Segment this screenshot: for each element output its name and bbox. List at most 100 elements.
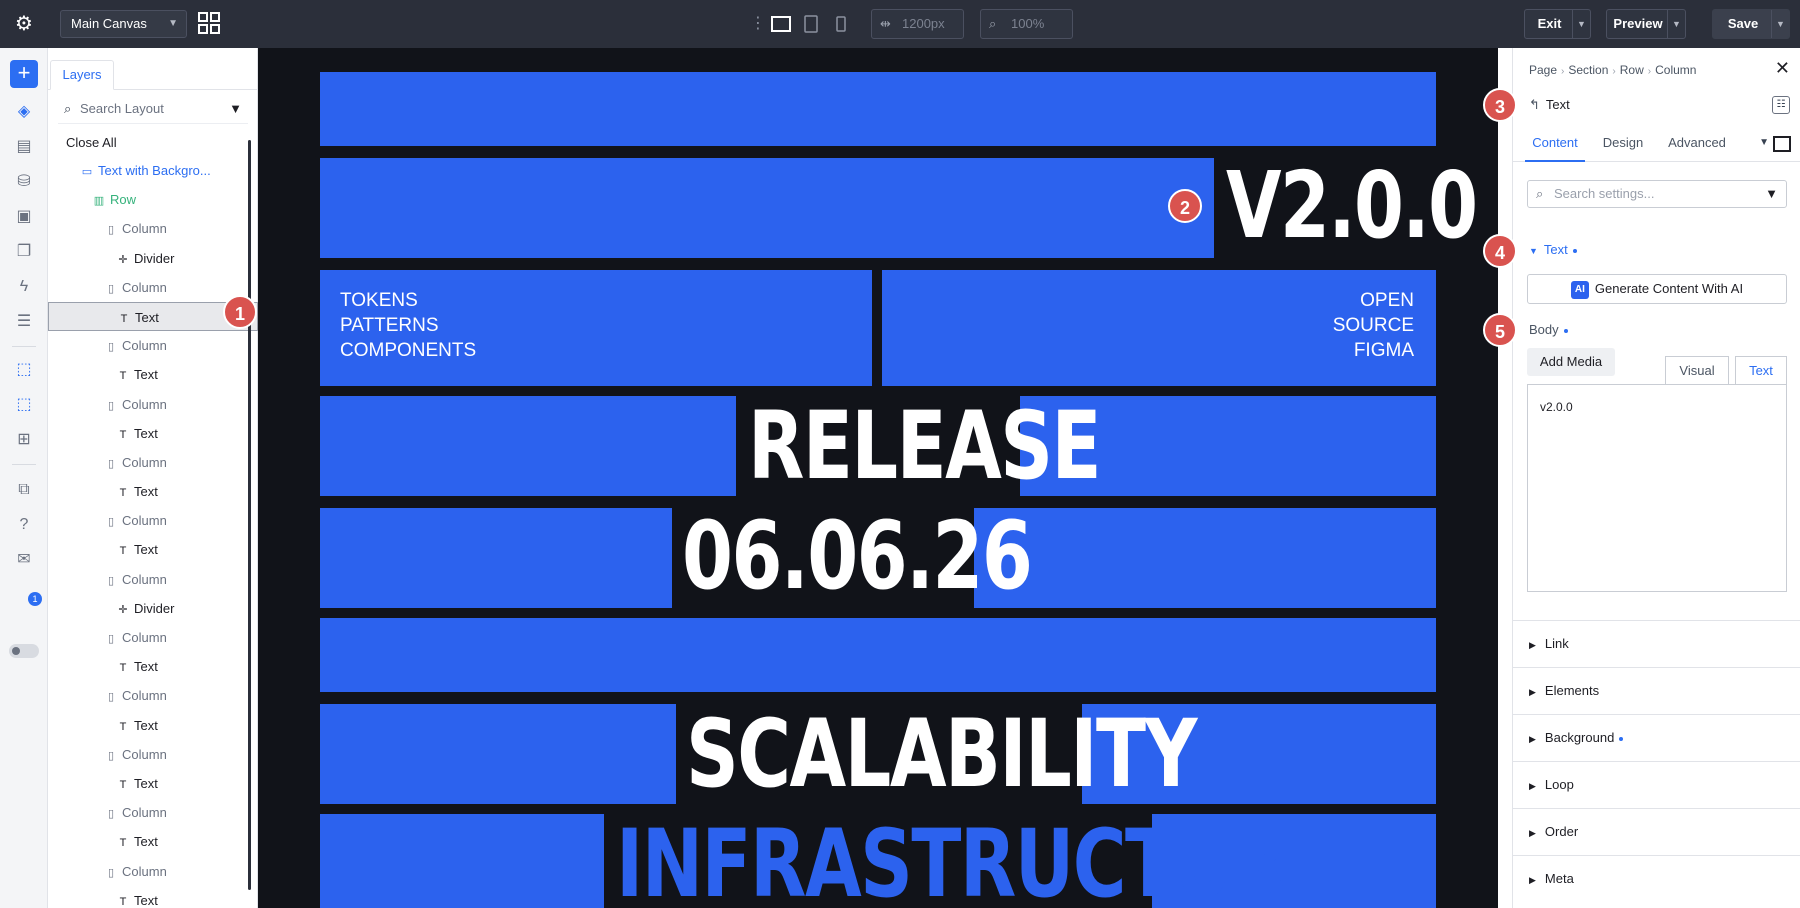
back-arrow-icon[interactable]: ↰ bbox=[1529, 97, 1540, 112]
layer-item[interactable]: T Text bbox=[48, 652, 258, 681]
layout-box-icon[interactable] bbox=[1773, 136, 1791, 152]
canvas-date-text[interactable]: 06.06.26 bbox=[682, 510, 1033, 604]
layer-item[interactable]: ✛ Divider bbox=[48, 244, 258, 273]
phone-icon[interactable] bbox=[831, 14, 851, 34]
canvas-blue-bar-2[interactable] bbox=[320, 158, 1214, 258]
zoom-field[interactable]: ⌕ 100% bbox=[980, 9, 1073, 39]
canvas-width-field[interactable]: ⇹ 1200px bbox=[871, 9, 964, 39]
add-media-button[interactable]: Add Media bbox=[1527, 348, 1615, 376]
close-all-button[interactable]: Close All bbox=[66, 128, 117, 158]
breadcrumb-item[interactable]: Page bbox=[1529, 63, 1557, 77]
design-canvas[interactable]: V2.0.0 TOKENS PATTERNS COMPONENTS OPEN S… bbox=[258, 48, 1498, 908]
layer-item[interactable]: T Text bbox=[48, 535, 258, 564]
breadcrumb-item[interactable]: Section bbox=[1568, 63, 1608, 77]
layer-item[interactable]: T Text bbox=[48, 360, 258, 389]
grid-icon[interactable] bbox=[198, 12, 220, 34]
canvas-version-text[interactable]: V2.0.0 bbox=[1226, 160, 1478, 252]
accordion-link[interactable]: ▶ Link bbox=[1513, 620, 1800, 666]
settings-search-input[interactable]: ⌕ Search settings... ▼ bbox=[1527, 180, 1787, 208]
accordion-elements[interactable]: ▶ Elements bbox=[1513, 667, 1800, 713]
multi-select-icon[interactable]: ⬚ bbox=[12, 393, 36, 417]
library-icon[interactable]: ⧉ bbox=[12, 478, 36, 502]
layer-item[interactable]: T Text bbox=[48, 711, 258, 740]
layer-item[interactable]: ▯ Column bbox=[48, 740, 258, 769]
drag-handle-icon[interactable]: ⋮ bbox=[750, 14, 766, 34]
page-icon[interactable]: ▤ bbox=[12, 135, 36, 159]
tab-content[interactable]: Content bbox=[1525, 126, 1585, 162]
layer-item[interactable]: ▯ Column bbox=[48, 798, 258, 827]
layer-item[interactable]: T Text bbox=[48, 477, 258, 506]
body-textarea[interactable]: v2.0.0 bbox=[1527, 384, 1787, 592]
canvas-release-text[interactable]: RELEASE bbox=[748, 400, 1102, 494]
exit-button[interactable]: Exit ▼ bbox=[1524, 9, 1591, 39]
layer-item[interactable]: T Text bbox=[48, 769, 258, 798]
accordion-loop[interactable]: ▶ Loop bbox=[1513, 761, 1800, 807]
layer-item[interactable]: ▥ Row bbox=[48, 185, 258, 214]
layer-item[interactable]: ▯ Column bbox=[48, 506, 258, 535]
accordion-meta[interactable]: ▶ Meta bbox=[1513, 855, 1800, 901]
breadcrumb-item[interactable]: Row bbox=[1620, 63, 1644, 77]
tab-visual[interactable]: Visual bbox=[1665, 356, 1729, 384]
canvas-scalability-text[interactable]: SCALABILITY bbox=[686, 708, 1197, 802]
tab-layers[interactable]: Layers bbox=[50, 60, 114, 90]
preview-button[interactable]: Preview ▼ bbox=[1606, 9, 1686, 39]
canvas-blue-bar-4b[interactable] bbox=[974, 508, 1436, 608]
canvas-left-text[interactable]: TOKENS PATTERNS COMPONENTS bbox=[340, 288, 476, 363]
breadcrumb-item[interactable]: Column bbox=[1655, 63, 1696, 77]
close-icon[interactable]: ✕ bbox=[1775, 58, 1790, 78]
tab-text-editor[interactable]: Text bbox=[1735, 356, 1787, 384]
exit-menu-chevron-icon[interactable]: ▼ bbox=[1572, 10, 1590, 38]
tab-advanced[interactable]: Advanced bbox=[1661, 126, 1733, 162]
layer-item[interactable]: ▯ Column bbox=[48, 623, 258, 652]
database-icon[interactable]: ⛁ bbox=[12, 170, 36, 194]
layer-item[interactable]: ▯ Column bbox=[48, 681, 258, 710]
announcement-icon[interactable]: ✉ bbox=[12, 548, 36, 572]
copy-icon[interactable]: ❐ bbox=[12, 240, 36, 264]
accordion-order[interactable]: ▶ Order bbox=[1513, 808, 1800, 854]
module-options-icon[interactable]: ☷ bbox=[1772, 96, 1790, 114]
preview-menu-chevron-icon[interactable]: ▼ bbox=[1667, 10, 1685, 38]
save-menu-chevron-icon[interactable]: ▼ bbox=[1771, 10, 1789, 38]
canvas-blue-bar-7a[interactable] bbox=[320, 814, 604, 908]
filter-icon[interactable]: ▼ bbox=[1765, 181, 1778, 207]
canvas-blue-bar-3a[interactable] bbox=[320, 396, 736, 496]
generate-ai-button[interactable]: AI Generate Content With AI bbox=[1527, 274, 1787, 304]
tablet-icon[interactable] bbox=[801, 14, 821, 34]
layer-item[interactable]: ▯ Column bbox=[48, 390, 258, 419]
more-tabs-chevron-icon[interactable]: ▼ bbox=[1759, 126, 1769, 160]
desktop-icon[interactable] bbox=[771, 14, 791, 34]
accordion-background[interactable]: ▶ Background bbox=[1513, 714, 1800, 760]
layer-item[interactable]: T Text bbox=[48, 886, 258, 908]
cursor-select-icon[interactable]: ⬚ bbox=[12, 358, 36, 382]
find-replace-icon[interactable]: ⊞ bbox=[12, 428, 36, 452]
text-section-toggle[interactable]: ▼ Text bbox=[1529, 242, 1577, 259]
canvas-infrastructure-text[interactable]: INFRASTRUCTURE bbox=[616, 818, 1336, 908]
canvas-select[interactable]: Main Canvas ▼ bbox=[60, 10, 187, 38]
canvas-right-text[interactable]: OPEN SOURCE FIGMA bbox=[1158, 288, 1414, 363]
layer-item[interactable]: ▭ Text with Backgro... bbox=[48, 156, 258, 185]
lightning-icon[interactable]: ϟ bbox=[12, 275, 36, 299]
layers-icon[interactable]: ◈ bbox=[12, 100, 36, 124]
layer-item[interactable]: ▯ Column bbox=[48, 857, 258, 886]
tab-design[interactable]: Design bbox=[1597, 126, 1649, 162]
canvas-blue-bar-1[interactable] bbox=[320, 72, 1436, 146]
canvas-blue-bar-6a[interactable] bbox=[320, 704, 676, 804]
save-button[interactable]: Save ▼ bbox=[1712, 9, 1790, 39]
layer-item[interactable]: ▯ Column bbox=[48, 565, 258, 594]
layer-item[interactable]: T Text bbox=[48, 827, 258, 856]
canvas-blue-bar-5[interactable] bbox=[320, 618, 1436, 692]
layer-item[interactable]: ▯ Column bbox=[48, 331, 258, 360]
gear-icon[interactable]: ⚙ bbox=[12, 12, 36, 36]
layer-item[interactable]: ✛ Divider bbox=[48, 594, 258, 623]
layers-search-input[interactable]: ⌕ Search Layout ▼ bbox=[58, 94, 248, 124]
list-icon[interactable]: ☰ bbox=[12, 310, 36, 334]
layers-scrollbar[interactable] bbox=[248, 140, 251, 890]
canvas-blue-bar-4a[interactable] bbox=[320, 508, 672, 608]
layer-item[interactable]: ▯ Column bbox=[48, 214, 258, 243]
layer-item[interactable]: ▯ Column bbox=[48, 273, 258, 302]
mode-toggle[interactable] bbox=[9, 644, 39, 658]
filter-icon[interactable]: ▼ bbox=[229, 94, 242, 124]
layer-item[interactable]: T Text bbox=[48, 419, 258, 448]
add-element-button[interactable]: + bbox=[10, 60, 38, 88]
template-icon[interactable]: ▣ bbox=[12, 205, 36, 229]
